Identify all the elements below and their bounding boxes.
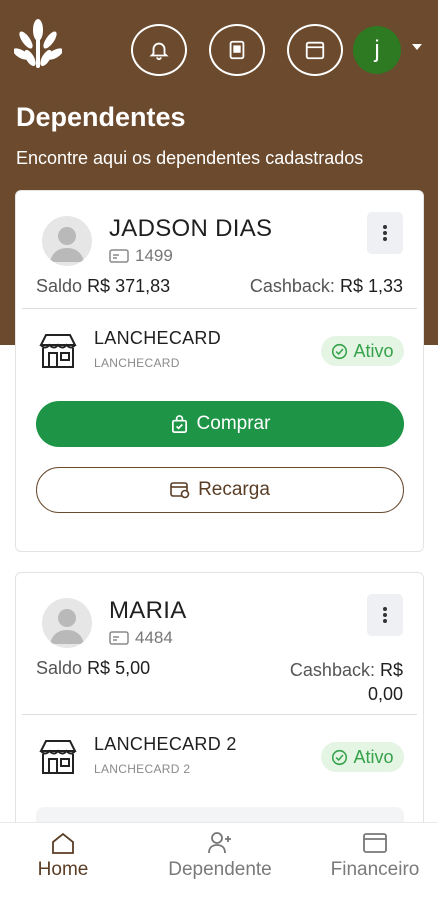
- buy-button[interactable]: Comprar: [36, 401, 404, 447]
- check-circle-icon: [332, 749, 348, 765]
- store-icon: [39, 740, 77, 774]
- dependent-id: 1499: [135, 246, 173, 265]
- nav-home[interactable]: Home: [30, 831, 96, 881]
- bell-icon: [149, 42, 169, 61]
- calendar-icon: [305, 41, 325, 60]
- dependent-id-row: 1499: [109, 246, 173, 266]
- balance: Saldo R$ 5,00: [36, 658, 151, 678]
- store-name: LANCHECARD 2: [94, 734, 237, 754]
- logo-leaf-icon[interactable]: [14, 18, 62, 70]
- cashback: Cashback: R$ 1,33: [249, 276, 403, 296]
- store-subtitle: LANCHECARD 2: [94, 762, 191, 776]
- more-vertical-icon: [383, 225, 387, 241]
- wallet-card-icon: [229, 40, 245, 60]
- cashback-value-cont: 0,00: [367, 684, 403, 704]
- shopping-bag-icon: [171, 414, 187, 433]
- home-icon: [52, 832, 74, 854]
- balance-value: R$ 371,83: [87, 276, 171, 296]
- user-avatar-button[interactable]: j: [353, 26, 401, 74]
- top-bar: j: [0, 0, 438, 100]
- dependent-name: JADSON DIAS: [109, 215, 273, 242]
- recharge-button[interactable]: Recarga: [36, 467, 404, 513]
- balance-value: R$ 5,00: [87, 658, 151, 678]
- divider: [22, 714, 417, 715]
- nav-financeiro[interactable]: Financeiro: [325, 831, 425, 881]
- more-options-button[interactable]: [367, 212, 403, 254]
- dependent-name: MARIA: [109, 597, 187, 624]
- chevron-down-icon[interactable]: [412, 44, 422, 50]
- avatar: [42, 598, 92, 648]
- divider: [22, 308, 417, 309]
- store-icon: [39, 334, 77, 368]
- id-card-icon: [109, 631, 129, 645]
- cashback-value: R$ 1,33: [339, 276, 403, 296]
- page-subtitle: Encontre aqui os dependentes cadastrados: [16, 148, 364, 168]
- wallet-recharge-icon: [170, 482, 190, 499]
- check-circle-icon: [332, 343, 348, 359]
- calendar-button[interactable]: [287, 24, 343, 76]
- store-name: LANCHECARD: [94, 328, 222, 348]
- more-options-button[interactable]: [367, 594, 403, 636]
- cashback-value: R$: [379, 660, 403, 680]
- dependent-id: 4484: [135, 628, 173, 647]
- store-subtitle: LANCHECARD: [94, 356, 180, 370]
- nav-dependente[interactable]: Dependente: [160, 831, 280, 881]
- wallet-button[interactable]: [209, 24, 265, 76]
- balance: Saldo R$ 371,83: [36, 276, 171, 296]
- status-badge: Ativo: [321, 742, 404, 772]
- more-vertical-icon: [383, 607, 387, 623]
- bottom-navigation: Home Dependente Financeiro: [0, 822, 438, 900]
- id-card-icon: [109, 249, 129, 263]
- status-badge: Ativo: [321, 336, 404, 366]
- wallet-icon: [363, 833, 387, 853]
- dependent-card: JADSON DIAS 1499 Saldo R$ 371,83 Cashbac…: [15, 190, 424, 552]
- notifications-button[interactable]: [131, 24, 187, 76]
- person-icon: [50, 609, 84, 644]
- add-person-icon: [208, 832, 231, 854]
- page-title: Dependentes: [16, 102, 186, 132]
- dependent-id-row: 4484: [109, 628, 173, 648]
- person-icon: [50, 227, 84, 262]
- cashback: Cashback: R$ 0,00: [289, 660, 403, 704]
- avatar: [42, 216, 92, 266]
